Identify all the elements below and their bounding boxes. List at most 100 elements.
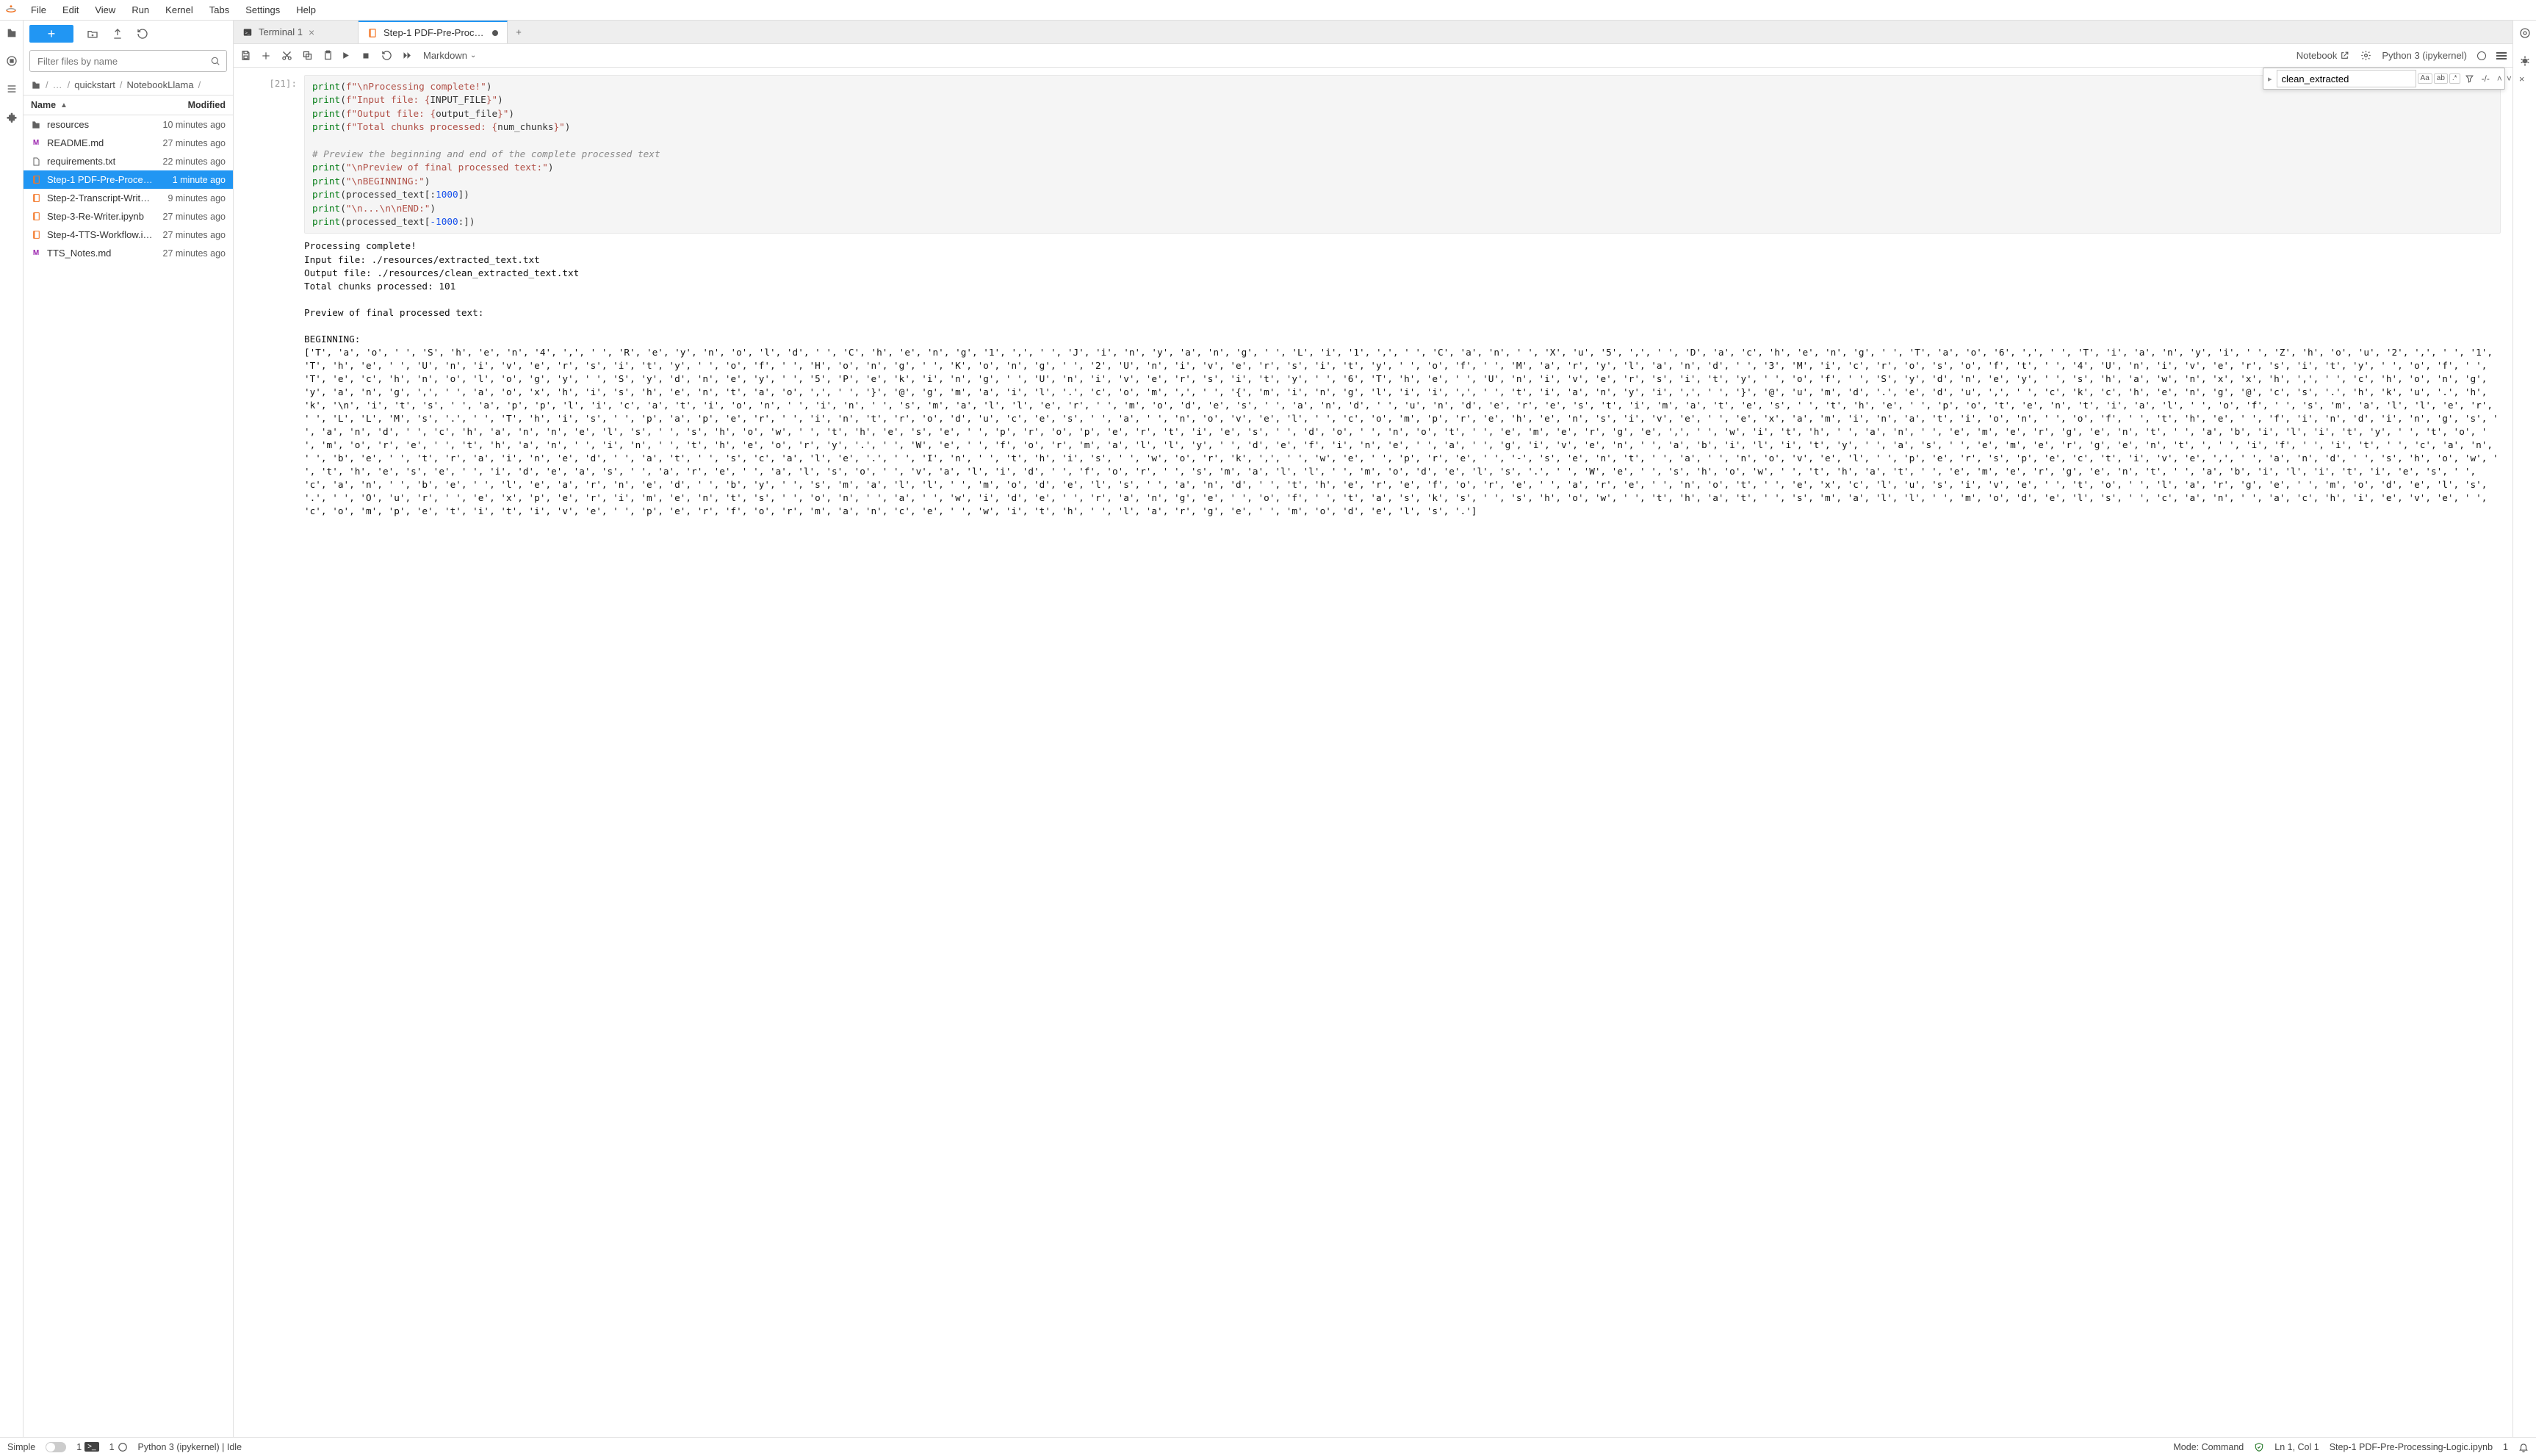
kernels-status[interactable]: 1	[109, 1442, 128, 1452]
toc-icon[interactable]	[5, 82, 18, 95]
save-icon[interactable]	[239, 50, 251, 62]
menu-kernel[interactable]: Kernel	[158, 1, 201, 18]
whole-word-toggle[interactable]: ab	[2434, 73, 2448, 84]
terminals-status[interactable]: 1 >_	[76, 1442, 98, 1452]
nb-icon	[31, 212, 41, 222]
file-row[interactable]: requirements.txt22 minutes ago	[24, 152, 233, 170]
txt-icon	[31, 156, 41, 167]
sort-caret-icon[interactable]: ▲	[60, 101, 68, 109]
crumb-sep: /	[120, 79, 123, 90]
kernel-status[interactable]: Python 3 (ipykernel) | Idle	[138, 1442, 242, 1452]
debugger-icon[interactable]	[2518, 54, 2532, 68]
file-row[interactable]: resources10 minutes ago	[24, 115, 233, 134]
paste-icon[interactable]	[322, 50, 334, 62]
stop-icon[interactable]	[360, 50, 372, 62]
close-find-icon[interactable]: ×	[2516, 73, 2528, 84]
running-icon[interactable]	[5, 54, 18, 68]
property-inspector-icon[interactable]	[2518, 26, 2532, 40]
tab-terminal[interactable]: >_ Terminal 1 ×	[234, 21, 359, 43]
header-name[interactable]: Name	[31, 100, 56, 110]
menu-help[interactable]: Help	[289, 1, 323, 18]
file-row[interactable]: MTTS_Notes.md27 minutes ago	[24, 244, 233, 262]
file-name: Step-3-Re-Writer.ipynb	[47, 211, 144, 222]
tab-notebook[interactable]: Step-1 PDF-Pre-Processing	[359, 21, 508, 43]
new-launcher-button[interactable]: +	[29, 25, 73, 43]
file-row[interactable]: Step-4-TTS-Workflow.i…27 minutes ago	[24, 226, 233, 244]
find-input[interactable]	[2277, 70, 2416, 87]
menu-edit[interactable]: Edit	[55, 1, 86, 18]
cut-icon[interactable]	[281, 50, 292, 62]
code-editor[interactable]: print(f"\nProcessing complete!") print(f…	[304, 75, 2501, 234]
expand-replace-icon[interactable]: ▸	[2266, 74, 2274, 84]
terminal-icon: >_	[242, 27, 253, 37]
md-icon: M	[31, 248, 41, 259]
file-row[interactable]: MREADME.md27 minutes ago	[24, 134, 233, 152]
menu-run[interactable]: Run	[124, 1, 156, 18]
statusbar: Simple 1 >_ 1 Python 3 (ipykernel) | Idl…	[0, 1437, 2536, 1456]
file-filter[interactable]	[29, 50, 227, 72]
cursor-position[interactable]: Ln 1, Col 1	[2274, 1442, 2319, 1452]
menu-tabs[interactable]: Tabs	[202, 1, 237, 18]
match-case-toggle[interactable]: Aa	[2418, 73, 2432, 84]
file-name: Step-4-TTS-Workflow.i…	[47, 229, 153, 240]
restart-icon[interactable]	[381, 50, 392, 62]
current-file[interactable]: Step-1 PDF-Pre-Processing-Logic.ipynb	[2330, 1442, 2493, 1452]
file-filter-input[interactable]	[36, 55, 210, 68]
notifications-icon[interactable]	[2518, 1442, 2529, 1452]
file-modified: 1 minute ago	[173, 175, 226, 185]
output-dump: ['T', 'a', 'o', ' ', 'S', 'h', 'e', 'n',…	[304, 347, 2504, 516]
header-modified[interactable]: Modified	[188, 100, 226, 110]
simple-toggle[interactable]	[46, 1442, 66, 1452]
find-next-icon[interactable]: ˅	[2505, 73, 2513, 84]
add-tab-button[interactable]: +	[508, 21, 530, 43]
filter-icon[interactable]	[2463, 74, 2476, 84]
tab-title: Step-1 PDF-Pre-Processing	[383, 27, 486, 38]
kernel-settings-icon[interactable]	[2360, 50, 2371, 62]
file-row[interactable]: Step-3-Re-Writer.ipynb27 minutes ago	[24, 207, 233, 226]
activity-bar	[0, 21, 24, 1437]
mode-status[interactable]: Mode: Command	[2173, 1442, 2244, 1452]
kernel-name[interactable]: Python 3 (ipykernel)	[2382, 50, 2467, 61]
crumb-root-slash[interactable]: /	[46, 79, 48, 90]
close-icon[interactable]: ×	[309, 26, 314, 38]
kernel-status-icon[interactable]	[2477, 51, 2486, 60]
file-row[interactable]: Step-1 PDF-Pre-Proces… 1 minute ago	[24, 170, 233, 189]
file-name: Step-1 PDF-Pre-Proces…	[47, 174, 157, 185]
breadcrumb[interactable]: / … / quickstart / NotebookLlama /	[24, 75, 233, 95]
workbench: + / … / quickstart / N	[0, 21, 2536, 1437]
code-cell[interactable]: [21]: print(f"\nProcessing complete!") p…	[245, 75, 2501, 234]
external-link-icon	[2340, 51, 2349, 60]
cell-prompt: [21]:	[245, 75, 297, 234]
file-list-header: Name ▲ Modified	[24, 95, 233, 115]
search-icon	[210, 56, 220, 66]
menu-view[interactable]: View	[87, 1, 123, 18]
kernel-chip-icon	[118, 1442, 128, 1452]
trusted-icon[interactable]	[2254, 1442, 2264, 1452]
upload-icon[interactable]	[112, 28, 123, 40]
editor-area: >_ Terminal 1 × Step-1 PDF-Pre-Processin…	[234, 21, 2512, 1437]
crumb-notebookllama[interactable]: NotebookLlama	[127, 79, 194, 90]
file-name: TTS_Notes.md	[47, 248, 111, 259]
notebook-body[interactable]: [21]: print(f"\nProcessing complete!") p…	[234, 68, 2512, 1437]
menu-file[interactable]: File	[24, 1, 54, 18]
run-all-icon[interactable]	[401, 50, 413, 62]
add-cell-icon[interactable]	[260, 50, 272, 62]
menubar: File Edit View Run Kernel Tabs Settings …	[0, 0, 2536, 21]
regex-toggle[interactable]: .*	[2449, 73, 2460, 84]
find-prev-icon[interactable]: ˄	[2496, 73, 2504, 84]
file-modified: 10 minutes ago	[163, 120, 226, 130]
refresh-icon[interactable]	[137, 28, 148, 40]
crumb-quickstart[interactable]: quickstart	[74, 79, 115, 90]
run-icon[interactable]	[339, 50, 351, 62]
copy-icon[interactable]	[301, 50, 313, 62]
crumb-sep: /	[198, 79, 201, 90]
crumb-ellipsis[interactable]: …	[53, 79, 63, 90]
file-row[interactable]: Step-2-Transcript-Writ…9 minutes ago	[24, 189, 233, 207]
open-notebook-link[interactable]: Notebook	[2297, 50, 2350, 61]
extensions-icon[interactable]	[5, 110, 18, 123]
new-folder-icon[interactable]	[87, 28, 98, 40]
menu-settings[interactable]: Settings	[238, 1, 287, 18]
cell-type-select[interactable]: Markdown ⌄	[419, 48, 480, 62]
filebrowser-icon[interactable]	[5, 26, 18, 40]
panel-toggle-icon[interactable]	[2496, 52, 2507, 60]
